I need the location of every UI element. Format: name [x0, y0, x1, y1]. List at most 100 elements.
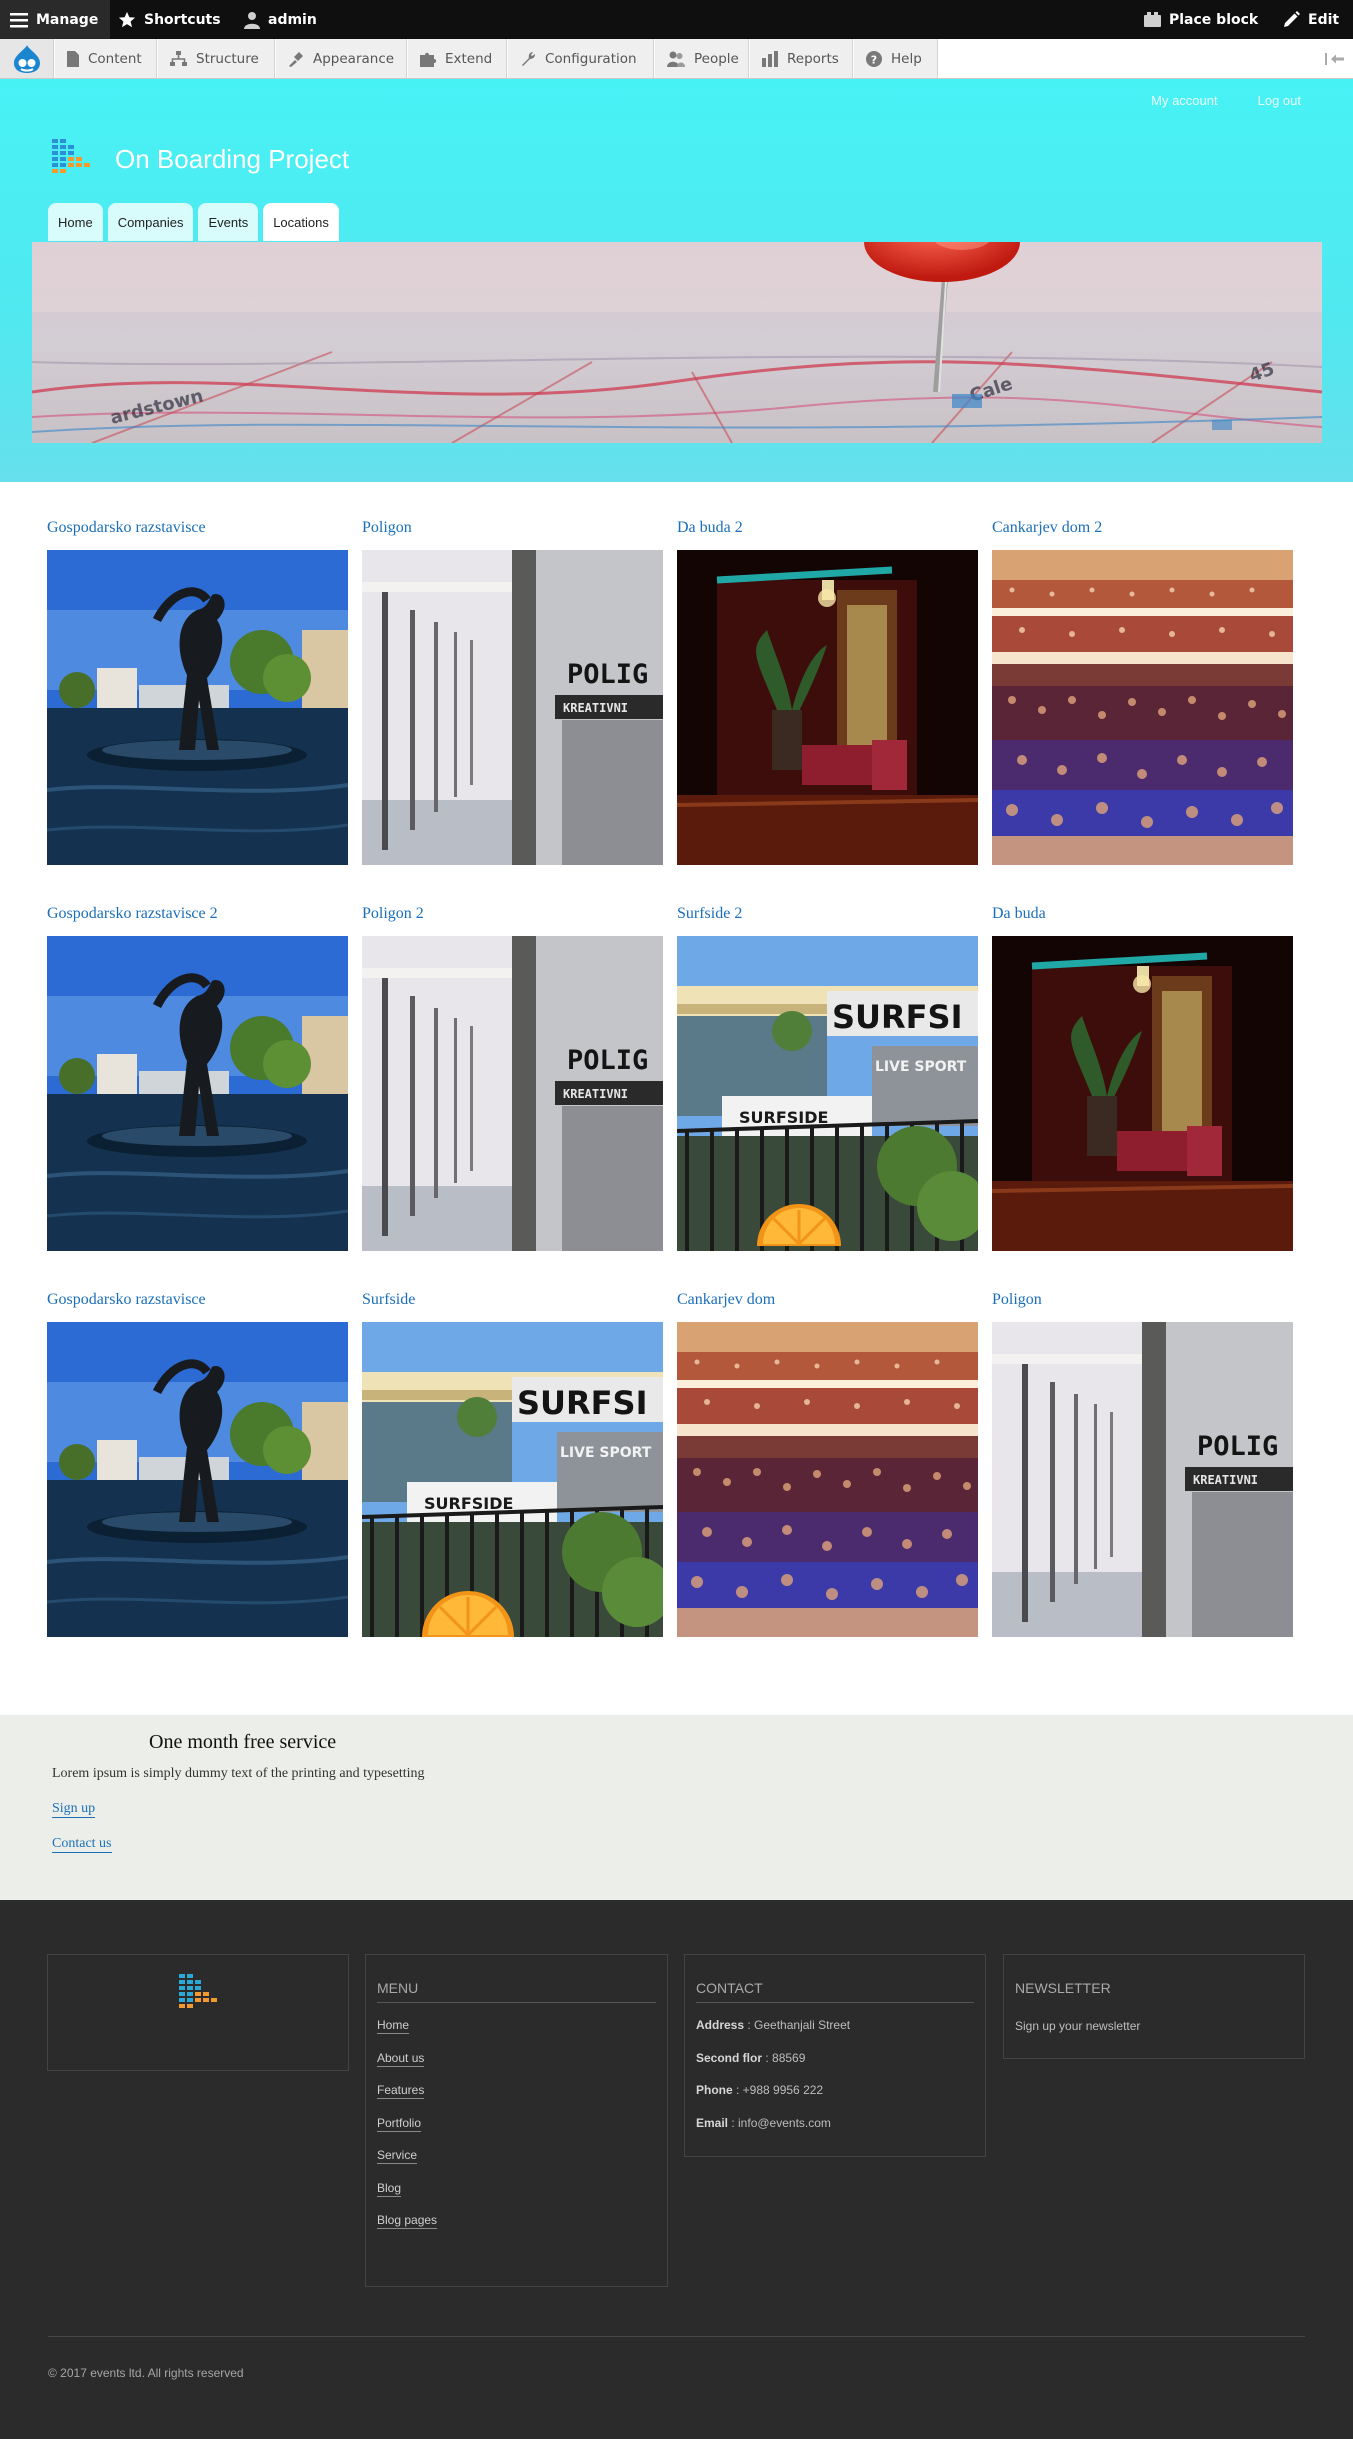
- sitemap-icon: [170, 51, 187, 66]
- svg-text:?: ?: [871, 53, 877, 66]
- location-title[interactable]: Surfside: [362, 1291, 663, 1317]
- surfside-sign-text: SURFSI: [517, 1384, 647, 1422]
- drupal-home-link[interactable]: [0, 39, 54, 78]
- admin-menu-tray: Content Structure Appearance Extend Conf…: [0, 39, 1353, 79]
- surfside-terrace-image: SURFSI LIVE SPORT SURFSIDE: [362, 1322, 663, 1637]
- place-block-button[interactable]: Place block: [1144, 0, 1258, 39]
- location-photo[interactable]: POLIG KREATIVNI: [362, 550, 663, 865]
- menu-configuration[interactable]: Configuration: [508, 39, 654, 78]
- menu-content-label: Content: [88, 50, 142, 67]
- surfside-small-text: SURFSIDE: [739, 1108, 828, 1127]
- collapse-arrow-icon: [1325, 52, 1344, 65]
- footer-contact-box: CONTACT Address : Geethanjali Street Sec…: [684, 1954, 986, 2157]
- menu-reports-label: Reports: [787, 50, 839, 67]
- location-photo[interactable]: POLIG KREATIVNI: [992, 1322, 1293, 1637]
- menu-people[interactable]: People: [655, 39, 749, 78]
- surfside-live-text: LIVE SPORT: [560, 1445, 652, 1461]
- footer-link-service[interactable]: Service: [377, 2148, 418, 2164]
- location-title[interactable]: Poligon 2: [362, 905, 663, 931]
- location-photo[interactable]: [47, 550, 348, 865]
- poligon-glass-image: POLIG KREATIVNI: [362, 550, 663, 865]
- location-title[interactable]: Poligon: [992, 1291, 1293, 1317]
- contact-floor-value: : 88569: [762, 2051, 806, 2065]
- nav-locations[interactable]: Locations: [263, 203, 339, 241]
- location-card: Poligon POLIG KREATIVNI: [992, 1291, 1293, 1637]
- footer-menu-title: MENU: [377, 1980, 656, 2003]
- location-photo[interactable]: [677, 550, 978, 865]
- my-account-link[interactable]: My account: [1151, 93, 1217, 108]
- toolbar-orientation-toggle[interactable]: [1317, 39, 1353, 78]
- menu-content[interactable]: Content: [55, 39, 157, 78]
- location-photo[interactable]: [992, 550, 1293, 865]
- puzzle-icon: [420, 52, 436, 67]
- location-title[interactable]: Cankarjev dom 2: [992, 519, 1293, 545]
- location-photo[interactable]: POLIG KREATIVNI: [362, 936, 663, 1251]
- location-title[interactable]: Gospodarsko razstavisce: [47, 1291, 348, 1317]
- footer-link-home[interactable]: Home: [377, 2018, 410, 2034]
- location-photo[interactable]: [677, 1322, 978, 1637]
- location-photo[interactable]: SURFSI LIVE SPORT SURFSIDE: [677, 936, 978, 1251]
- menu-help[interactable]: ? Help: [854, 39, 938, 78]
- edit-button[interactable]: Edit: [1283, 0, 1339, 39]
- footer-link-blog[interactable]: Blog: [377, 2181, 402, 2197]
- contact-email: Email : info@events.com: [696, 2116, 831, 2130]
- footer-newsletter-title: NEWSLETTER: [1015, 1980, 1111, 1996]
- user-links: My account Log out: [1151, 93, 1301, 108]
- log-out-link[interactable]: Log out: [1258, 93, 1301, 108]
- poligon-sub-text: KREATIVNI: [563, 1087, 628, 1101]
- lounge-interior-image: [992, 936, 1293, 1251]
- contact-floor: Second flor : 88569: [696, 2051, 805, 2065]
- main-navigation: Home Companies Events Locations: [48, 203, 339, 241]
- location-photo[interactable]: [47, 936, 348, 1251]
- shortcuts-button[interactable]: Shortcuts: [118, 0, 221, 39]
- site-logo[interactable]: [52, 139, 92, 179]
- menu-configuration-label: Configuration: [545, 50, 637, 67]
- location-title[interactable]: Da buda: [992, 905, 1293, 931]
- site-header: My account Log out On Boarding Project H…: [0, 79, 1353, 482]
- people-icon: [667, 51, 685, 67]
- footer-link-portfolio[interactable]: Portfolio: [377, 2116, 422, 2132]
- concert-hall-image: [992, 550, 1293, 865]
- newsletter-text[interactable]: Sign up your newsletter: [1015, 2019, 1140, 2033]
- contact-email-value[interactable]: : info@events.com: [728, 2116, 831, 2130]
- location-card: Surfside SURFSI LIVE SPORT SURFSIDE: [362, 1291, 663, 1637]
- promo-section: One month free service Lorem ipsum is si…: [0, 1715, 1353, 1900]
- location-title[interactable]: Cankarjev dom: [677, 1291, 978, 1317]
- footer-link-blog-pages[interactable]: Blog pages: [377, 2213, 438, 2229]
- location-title[interactable]: Da buda 2: [677, 519, 978, 545]
- nav-events[interactable]: Events: [198, 203, 259, 241]
- menu-people-label: People: [694, 50, 739, 67]
- contact-phone-label: Phone: [696, 2083, 733, 2097]
- user-button[interactable]: admin: [244, 0, 317, 39]
- location-title[interactable]: Gospodarsko razstavisce 2: [47, 905, 348, 931]
- menu-reports[interactable]: Reports: [750, 39, 853, 78]
- poligon-sub-text: KREATIVNI: [563, 701, 628, 715]
- location-title[interactable]: Poligon: [362, 519, 663, 545]
- location-title[interactable]: Surfside 2: [677, 905, 978, 931]
- footer-logo-box: [47, 1954, 349, 2071]
- block-icon: [1144, 12, 1161, 27]
- menu-extend[interactable]: Extend: [408, 39, 507, 78]
- pencil-icon: [1284, 11, 1300, 27]
- nav-companies[interactable]: Companies: [107, 203, 194, 241]
- signup-link[interactable]: Sign up: [52, 1801, 96, 1818]
- edit-label: Edit: [1308, 11, 1340, 28]
- location-photo[interactable]: [47, 1322, 348, 1637]
- poligon-sub-text: KREATIVNI: [1193, 1473, 1258, 1487]
- location-photo[interactable]: SURFSI LIVE SPORT SURFSIDE: [362, 1322, 663, 1637]
- location-photo[interactable]: [992, 936, 1293, 1251]
- surfside-sign-text: SURFSI: [832, 998, 962, 1036]
- location-card: Cankarjev dom 2: [992, 519, 1293, 865]
- site-name[interactable]: On Boarding Project: [115, 144, 349, 175]
- footer-link-features[interactable]: Features: [377, 2083, 425, 2099]
- contact-us-link[interactable]: Contact us: [52, 1836, 112, 1853]
- location-title[interactable]: Gospodarsko razstavisce: [47, 519, 348, 545]
- menu-structure[interactable]: Structure: [158, 39, 275, 78]
- copyright-text: © 2017 events ltd. All rights reserved: [48, 2366, 244, 2380]
- footer-link-about[interactable]: About us: [377, 2051, 425, 2067]
- menu-appearance[interactable]: Appearance: [276, 39, 407, 78]
- nav-home[interactable]: Home: [48, 203, 103, 241]
- promo-heading: One month free service: [149, 1731, 337, 1753]
- manage-button[interactable]: Manage: [0, 0, 110, 39]
- location-card: Poligon POLIG KREATIVNI: [362, 519, 663, 865]
